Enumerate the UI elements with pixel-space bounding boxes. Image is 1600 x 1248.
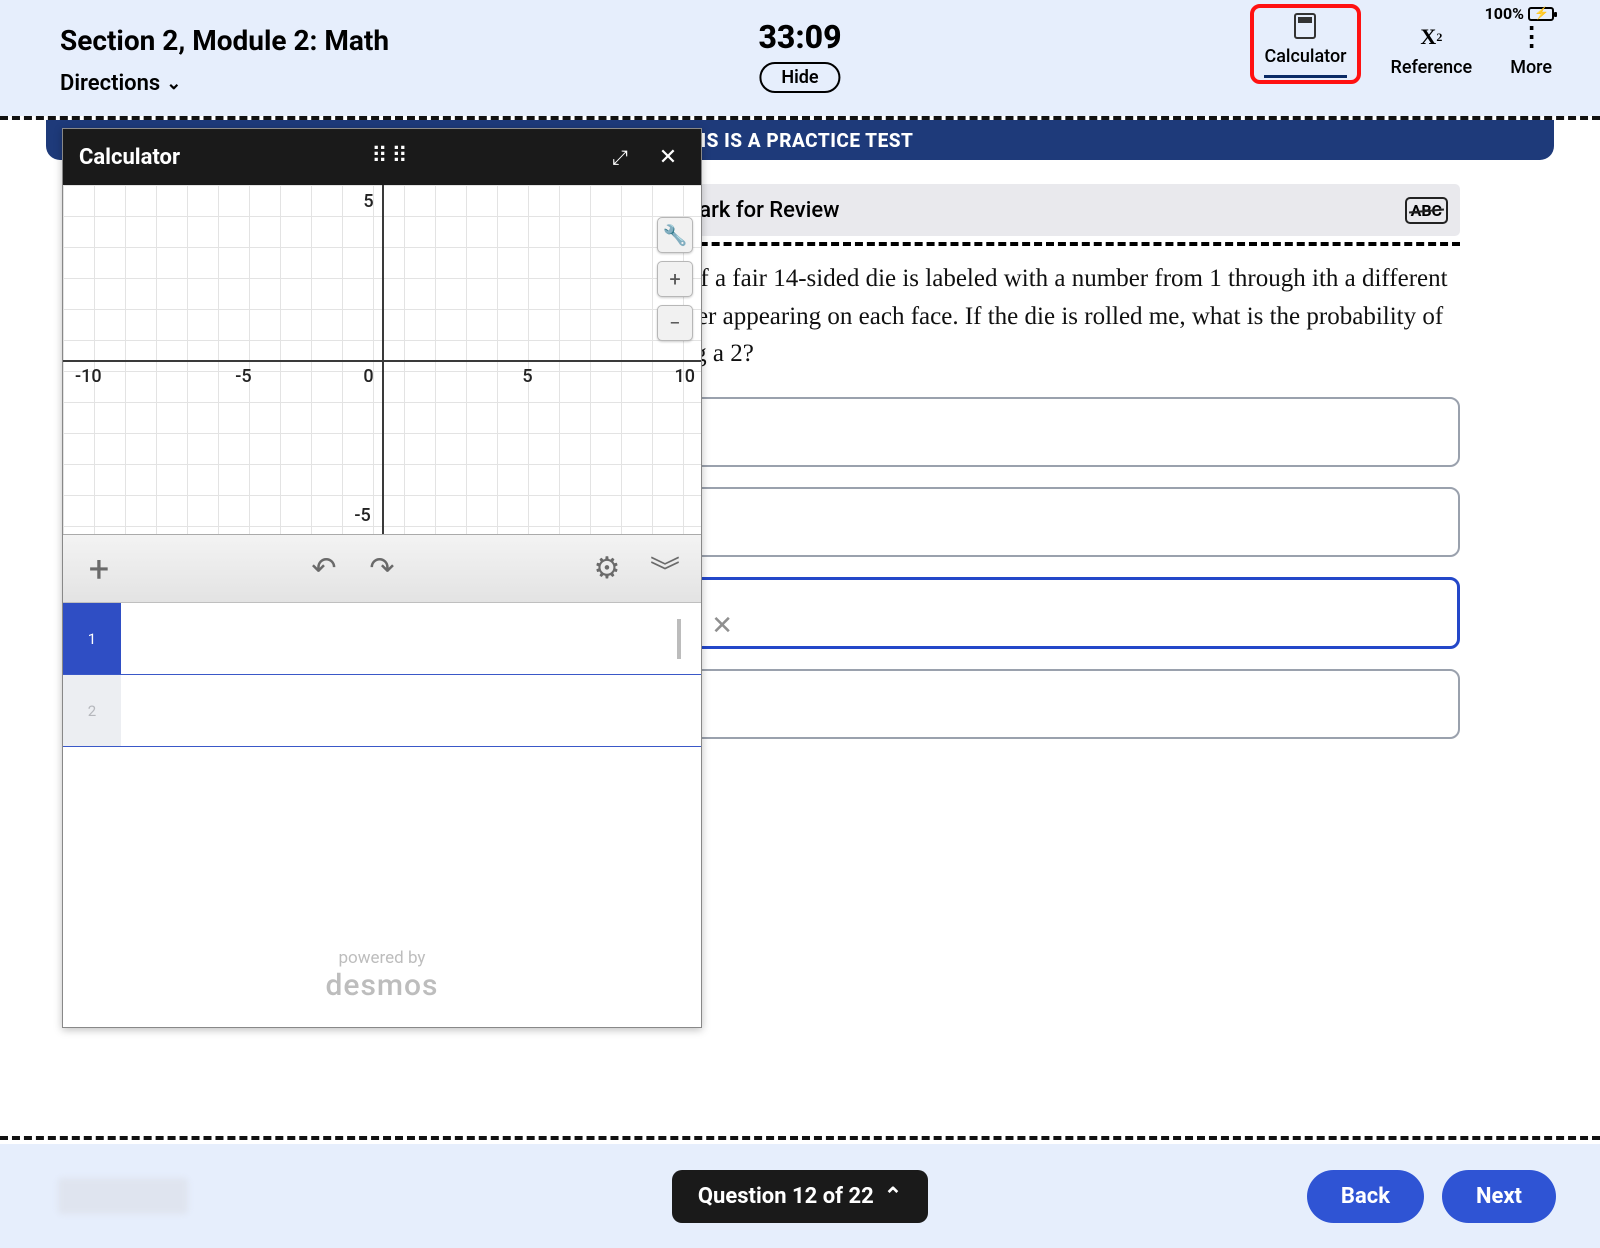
expression-row[interactable]: 2 [63,675,701,747]
reference-icon: X2 [1417,23,1445,51]
answer-choice[interactable]: 1214 [640,577,1460,649]
calculator-footer: powered by desmos [63,948,701,1027]
zoom-in-button[interactable]: + [657,261,693,297]
expression-row[interactable]: 1 ✕ [63,603,701,675]
more-tool-button[interactable]: ⋮ More [1502,17,1560,84]
answer-choices: 114 214 1214 1314 [640,397,1460,739]
reference-tool-button[interactable]: X2 Reference [1383,17,1481,84]
add-expression-button[interactable]: + [79,548,119,590]
directions-label: Directions [60,71,160,96]
calculator-header: Calculator ⠿⠿ ⤢ ✕ [63,129,701,185]
drag-handle-icon[interactable]: ⠿⠿ [371,153,411,161]
answer-choice[interactable]: 214 [640,487,1460,557]
redo-icon[interactable]: ↷ [362,551,402,586]
axis-label: -5 [354,505,370,526]
calculator-tool-label: Calculator [1264,46,1346,67]
gear-icon[interactable]: ⚙ [587,551,627,586]
text-cursor [677,619,681,659]
question-text: face of a fair 14-sided die is labeled w… [640,260,1460,373]
expression-list: 1 ✕ 2 [63,603,701,747]
zoom-out-button[interactable]: − [657,305,693,341]
calculator-title: Calculator [79,145,180,170]
calculator-toolbar: + ↶ ↷ ⚙ ︾ [63,535,701,603]
axis-label: 5 [522,366,532,387]
desmos-brand: desmos [63,968,701,1003]
axis-label: 10 [675,366,695,387]
chevron-down-icon: ⌄ [166,73,181,94]
next-button[interactable]: Next [1442,1170,1556,1223]
question-selector-label: Question 12 of 22 [698,1184,874,1209]
powered-by-label: powered by [63,948,701,968]
calculator-tool-button[interactable]: Calculator [1250,4,1360,84]
question-panel: Mark for Review ABC face of a fair 14-si… [640,184,1460,739]
expression-input[interactable] [121,603,701,674]
expand-icon[interactable]: ⤢ [603,145,637,169]
student-name-hidden [58,1178,188,1214]
directions-toggle[interactable]: Directions ⌄ [60,71,389,96]
calculator-icon [1294,13,1316,39]
close-icon[interactable]: ✕ [651,145,685,170]
wrench-icon[interactable]: 🔧 [657,217,693,253]
answer-choice[interactable]: 1314 [640,669,1460,739]
collapse-keypad-icon[interactable]: ︾ [645,547,685,591]
hide-timer-button[interactable]: Hide [759,62,840,93]
divider [0,1136,1600,1140]
question-selector-button[interactable]: Question 12 of 22 ⌃ [672,1170,928,1223]
strike-options-button[interactable]: ABC [1405,197,1448,224]
reference-tool-label: Reference [1391,57,1473,78]
axis-label: -10 [75,366,102,387]
toolbar: Calculator X2 Reference ⋮ More [1250,4,1560,84]
chevron-up-icon: ⌃ [884,1184,902,1209]
divider [640,242,1460,246]
mark-review-label: Mark for Review [680,198,839,223]
more-icon: ⋮ [1517,23,1545,51]
expression-index: 1 [63,603,121,674]
calculator-panel: Calculator ⠿⠿ ⤢ ✕ 5 -5 0 -10 -5 5 10 🔧 +… [62,128,702,1028]
axis-label: 5 [363,191,373,212]
axis-label: -5 [235,366,251,387]
undo-icon[interactable]: ↶ [304,551,344,586]
bottom-bar: Question 12 of 22 ⌃ Back Next [0,1144,1600,1248]
back-button[interactable]: Back [1307,1170,1424,1223]
answer-choice[interactable]: 114 [640,397,1460,467]
top-bar: 100% Section 2, Module 2: Math Direction… [0,0,1600,116]
expression-index: 2 [63,675,121,746]
axis-label: 0 [363,366,373,387]
mark-review-row: Mark for Review ABC [640,184,1460,236]
more-tool-label: More [1510,57,1552,78]
clear-expression-icon[interactable]: ✕ [711,611,733,641]
section-title: Section 2, Module 2: Math [60,24,389,57]
graph-area[interactable]: 5 -5 0 -10 -5 5 10 🔧 + − [63,185,701,535]
expression-input[interactable] [121,675,701,746]
timer: 33:09 [758,18,841,56]
